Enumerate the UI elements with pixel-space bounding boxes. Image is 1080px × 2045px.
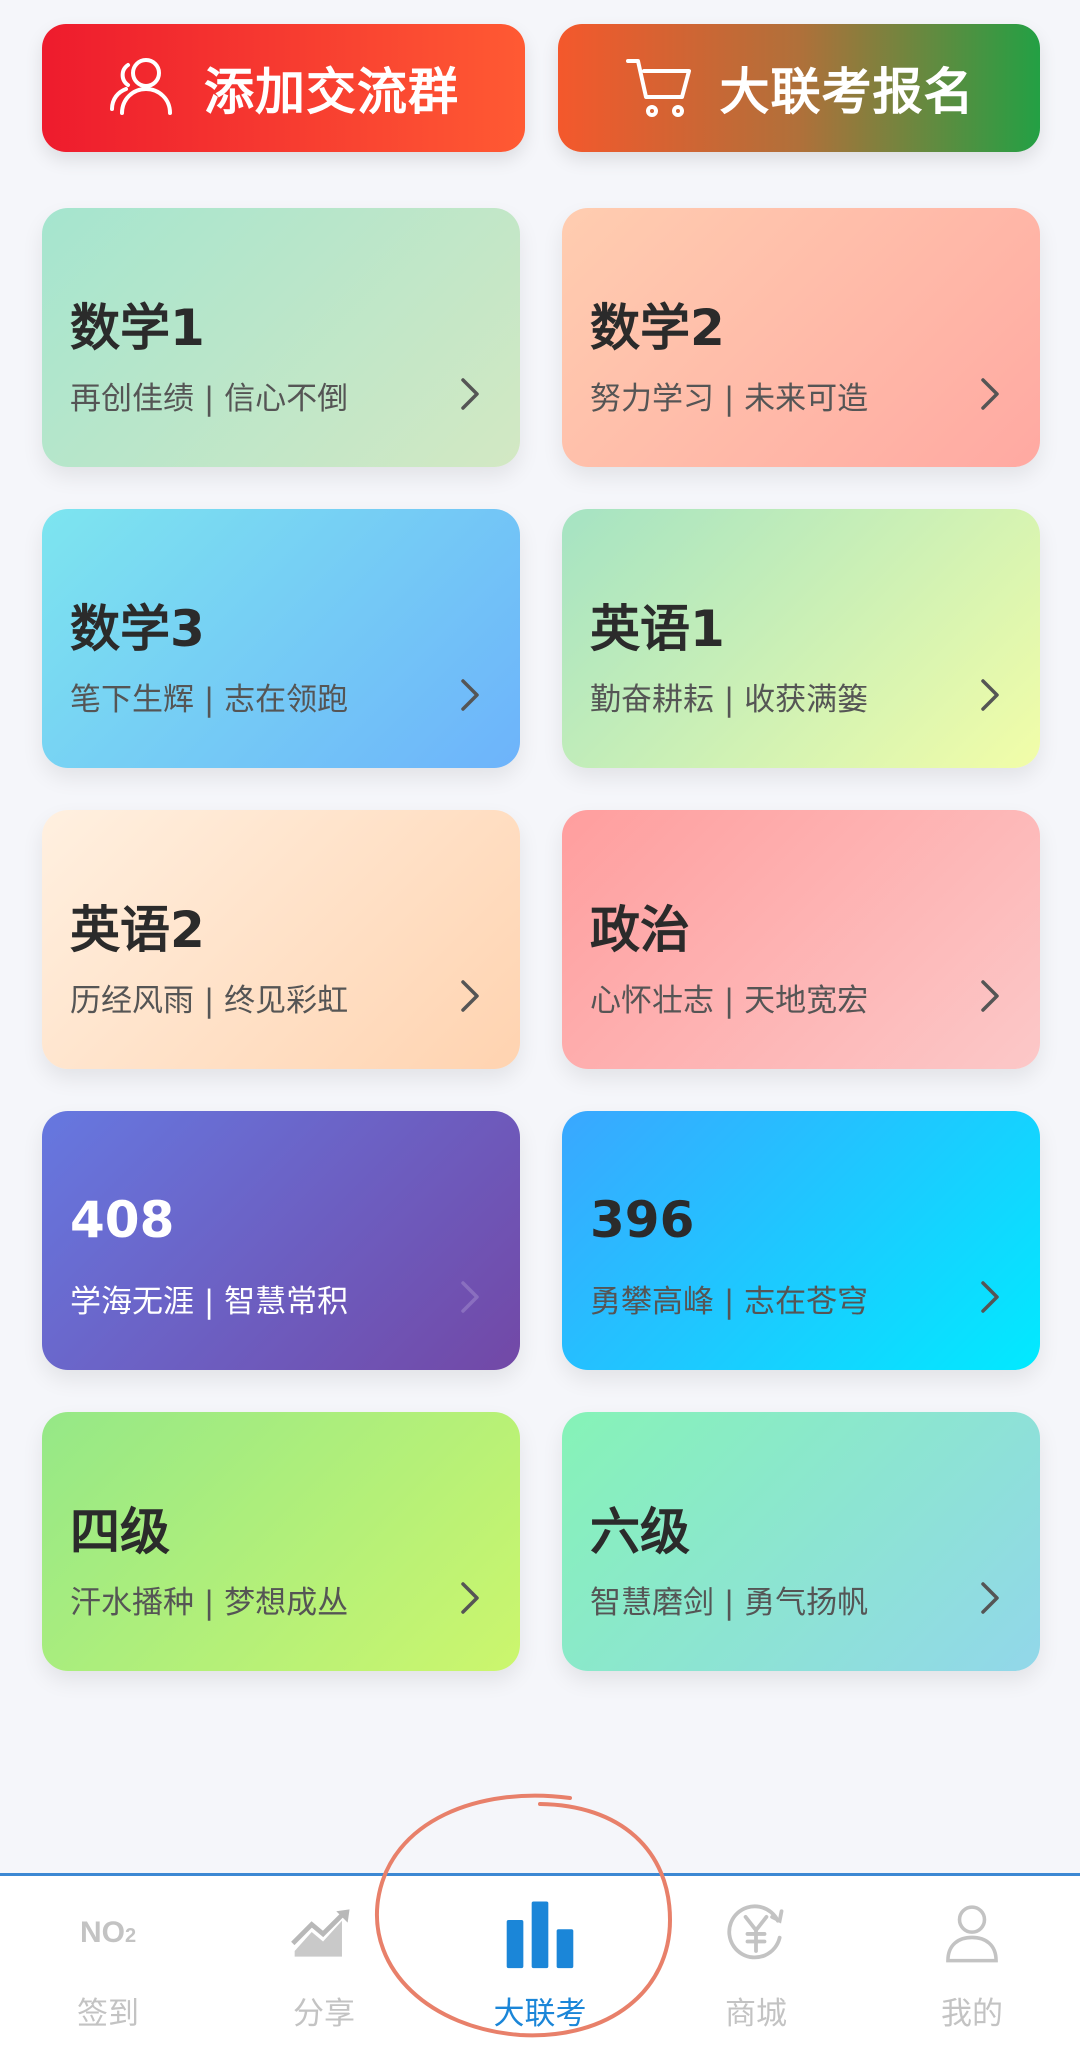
join-group-button[interactable]: 添加交流群 — [42, 24, 525, 152]
chevron-right-icon — [981, 378, 999, 410]
chevron-right-icon — [461, 378, 479, 410]
subject-card-politics[interactable]: 政治 心怀壮志 | 天地宽宏 — [562, 810, 1040, 1069]
card-subtitle: 学海无涯 | 智慧常积 — [70, 1284, 349, 1320]
top-actions: 添加交流群 大联考报名 — [42, 24, 1040, 152]
tab-label: 我的 — [941, 1996, 1003, 2032]
subject-card-math2[interactable]: 数学2 努力学习 | 未来可造 — [562, 208, 1040, 467]
subject-card-math3[interactable]: 数学3 笔下生辉 | 志在领跑 — [42, 509, 520, 768]
subject-card-math1[interactable]: 数学1 再创佳绩 | 信心不倒 — [42, 208, 520, 467]
chevron-right-icon — [981, 1582, 999, 1614]
card-title: 六级 — [590, 1503, 690, 1561]
card-title: 数学1 — [70, 299, 205, 357]
tab-label: 分享 — [293, 1996, 355, 2032]
subject-card-408[interactable]: 408 学海无涯 | 智慧常积 — [42, 1111, 520, 1370]
user-icon — [935, 1896, 1009, 1970]
chevron-right-icon — [461, 980, 479, 1012]
bottom-tab-bar: NO2 签到 分享 大联考 商城 我的 — [0, 1873, 1080, 2045]
tab-label: 大联考 — [493, 1996, 587, 2032]
card-title: 政治 — [590, 901, 690, 959]
users-icon — [108, 51, 182, 125]
no2-icon: NO2 — [79, 1916, 137, 1949]
cart-icon — [624, 51, 698, 125]
subject-card-cet6[interactable]: 六级 智慧磨剑 | 勇气扬帆 — [562, 1412, 1040, 1671]
card-title: 396 — [590, 1191, 695, 1249]
card-subtitle: 努力学习 | 未来可造 — [590, 381, 869, 417]
chevron-right-icon — [981, 980, 999, 1012]
card-subtitle: 汗水播种 | 梦想成丛 — [70, 1585, 349, 1621]
chevron-right-icon — [461, 679, 479, 711]
subject-card-english1[interactable]: 英语1 勤奋耕耘 | 收获满篓 — [562, 509, 1040, 768]
tab-checkin[interactable]: NO2 签到 — [0, 1876, 216, 2033]
tab-share[interactable]: 分享 — [216, 1876, 432, 2033]
card-subtitle: 历经风雨 | 终见彩虹 — [70, 983, 349, 1019]
subject-card-english2[interactable]: 英语2 历经风雨 | 终见彩虹 — [42, 810, 520, 1069]
tab-mine[interactable]: 我的 — [864, 1876, 1080, 2033]
exam-signup-button[interactable]: 大联考报名 — [558, 24, 1040, 152]
bar-chart-icon — [503, 1896, 577, 1970]
exam-home-page: 添加交流群 大联考报名 数学1 再创佳绩 | 信心不倒 数学2 努力学习 | 未… — [0, 0, 1080, 2045]
chevron-right-icon — [981, 679, 999, 711]
chart-up-icon — [287, 1896, 361, 1970]
card-title: 英语1 — [590, 600, 725, 658]
tab-label: 签到 — [77, 1996, 139, 2032]
chevron-right-icon — [461, 1582, 479, 1614]
card-subtitle: 智慧磨剑 | 勇气扬帆 — [590, 1585, 869, 1621]
exam-signup-label: 大联考报名 — [719, 63, 975, 121]
subject-card-396[interactable]: 396 勇攀高峰 | 志在苍穹 — [562, 1111, 1040, 1370]
yen-coin-icon — [719, 1896, 793, 1970]
card-title: 数学3 — [70, 600, 205, 658]
card-subtitle: 勤奋耕耘 | 收获满篓 — [590, 682, 869, 718]
chevron-right-icon — [981, 1281, 999, 1313]
card-subtitle: 心怀壮志 | 天地宽宏 — [590, 983, 869, 1019]
tab-exam[interactable]: 大联考 — [432, 1876, 648, 2033]
tab-label: 商城 — [725, 1996, 787, 2032]
join-group-label: 添加交流群 — [204, 63, 459, 121]
card-subtitle: 再创佳绩 | 信心不倒 — [70, 381, 349, 417]
chevron-right-icon — [461, 1281, 479, 1313]
subject-grid: 数学1 再创佳绩 | 信心不倒 数学2 努力学习 | 未来可造 数学3 笔下生辉… — [42, 208, 1040, 1671]
card-subtitle: 勇攀高峰 | 志在苍穹 — [590, 1284, 869, 1320]
tab-mall[interactable]: 商城 — [648, 1876, 864, 2033]
card-title: 408 — [70, 1191, 175, 1249]
card-subtitle: 笔下生辉 | 志在领跑 — [70, 682, 349, 718]
subject-card-cet4[interactable]: 四级 汗水播种 | 梦想成丛 — [42, 1412, 520, 1671]
card-title: 数学2 — [590, 299, 725, 357]
card-title: 四级 — [70, 1503, 170, 1561]
card-title: 英语2 — [70, 901, 205, 959]
